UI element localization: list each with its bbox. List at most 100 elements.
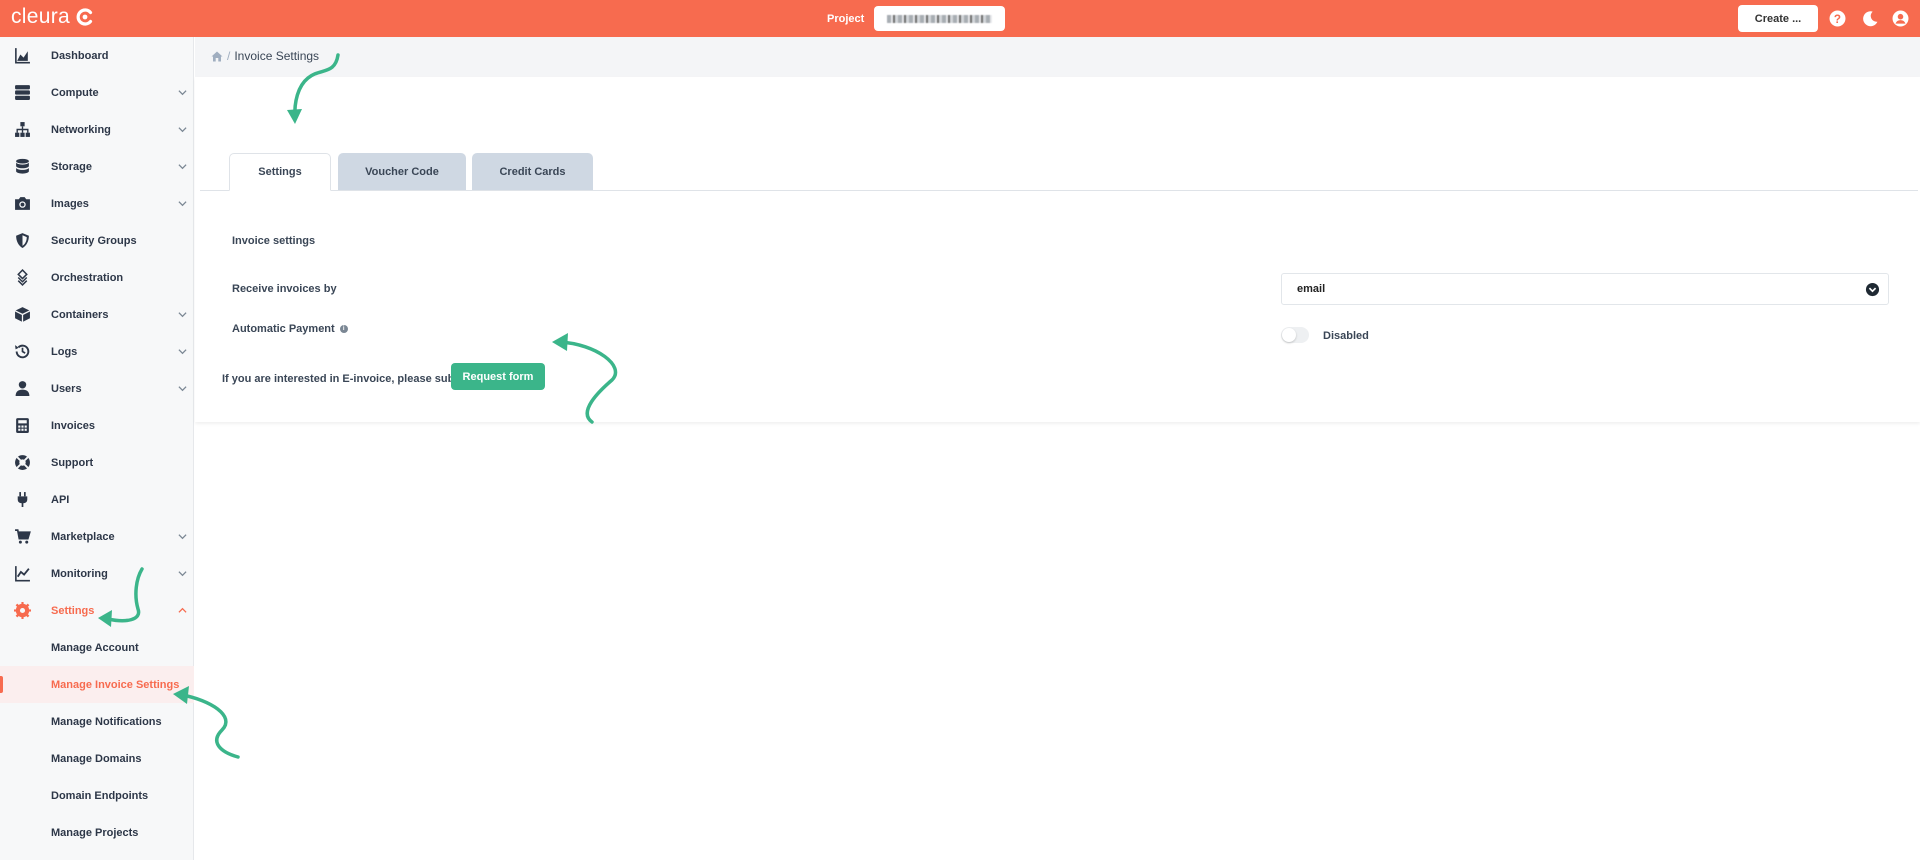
breadcrumb-bar bbox=[195, 37, 1920, 77]
sidebar-subitem-manage-notifications[interactable]: Manage Notifications bbox=[0, 703, 194, 740]
sidebar-item-images[interactable]: Images bbox=[0, 185, 194, 222]
sidebar-subitem-manage-domains[interactable]: Manage Domains bbox=[0, 740, 194, 777]
tab-settings[interactable]: Settings bbox=[229, 153, 331, 191]
sidebar-item-label: Invoices bbox=[51, 419, 96, 432]
tab-voucher-code[interactable]: Voucher Code bbox=[338, 153, 466, 191]
sidebar-item-label: Dashboard bbox=[51, 49, 109, 62]
cart-icon bbox=[15, 529, 31, 544]
automatic-payment-label: Automatic Payment bbox=[232, 323, 335, 335]
sidebar-item-logs[interactable]: Logs bbox=[0, 333, 194, 370]
project-dropdown[interactable] bbox=[874, 6, 1006, 31]
cube-icon bbox=[14, 307, 31, 322]
sidebar-item-label: Settings bbox=[51, 604, 95, 617]
sidebar-item-label: Compute bbox=[51, 86, 99, 99]
sidebar-item-label: Containers bbox=[51, 308, 109, 321]
sidebar-subitem-manage-projects[interactable]: Manage Projects bbox=[0, 814, 194, 851]
sidebar-subitem-label: Manage Account bbox=[51, 641, 139, 654]
chevron-down-icon bbox=[178, 127, 187, 133]
receive-invoices-label: Receive invoices by bbox=[232, 283, 337, 295]
sidebar-item-api[interactable]: API bbox=[0, 481, 194, 518]
moon-icon[interactable] bbox=[1862, 10, 1879, 27]
shield-icon bbox=[16, 233, 29, 248]
sidebar-item-invoices[interactable]: Invoices bbox=[0, 407, 194, 444]
sidebar-item-label: Orchestration bbox=[51, 271, 124, 284]
chevron-up-icon bbox=[178, 607, 187, 613]
sidebar-item-label: API bbox=[51, 493, 70, 506]
automatic-payment-toggle[interactable] bbox=[1281, 327, 1309, 343]
chevron-circle-down-icon bbox=[1865, 282, 1880, 297]
info-icon[interactable]: i bbox=[339, 325, 348, 333]
receive-invoices-value: email bbox=[1297, 283, 1326, 295]
database-icon bbox=[16, 158, 29, 174]
automatic-payment-status: Disabled bbox=[1323, 330, 1369, 342]
user-icon[interactable] bbox=[1892, 10, 1909, 27]
request-form-button[interactable]: Request form bbox=[451, 363, 545, 390]
main-content: / Invoice Settings Settings Voucher Code… bbox=[195, 37, 1920, 860]
sidebar-item-dashboard[interactable]: Dashboard bbox=[0, 37, 194, 74]
breadcrumb: / Invoice Settings bbox=[211, 49, 319, 63]
sidebar-item-storage[interactable]: Storage bbox=[0, 148, 194, 185]
chart-line-icon bbox=[15, 566, 30, 582]
page-title: Invoice Settings bbox=[234, 49, 320, 63]
logo-text: cleura bbox=[11, 5, 70, 28]
sidebar-item-networking[interactable]: Networking bbox=[0, 111, 194, 148]
sidebar-item-label: Monitoring bbox=[51, 567, 108, 580]
home-icon[interactable] bbox=[211, 51, 223, 62]
sidebar: Dashboard Compute Networking Storage Ima… bbox=[0, 37, 194, 860]
camera-icon bbox=[15, 197, 30, 210]
calculator-icon bbox=[16, 418, 29, 433]
breadcrumb-separator: / bbox=[227, 49, 231, 63]
sidebar-subitem-label: Manage Projects bbox=[51, 826, 139, 839]
tab-credit-cards[interactable]: Credit Cards bbox=[472, 153, 593, 191]
sidebar-item-label: Logs bbox=[51, 345, 78, 358]
gear-icon bbox=[14, 602, 31, 619]
sidebar-subitem-domain-endpoints[interactable]: Domain Endpoints bbox=[0, 777, 194, 814]
chevron-down-icon bbox=[178, 386, 187, 392]
receive-invoices-select[interactable]: email bbox=[1281, 273, 1889, 305]
sidebar-item-compute[interactable]: Compute bbox=[0, 74, 194, 111]
logo[interactable]: cleura bbox=[11, 5, 95, 29]
server-icon bbox=[15, 85, 30, 100]
sidebar-subitem-manage-account[interactable]: Manage Account bbox=[0, 629, 194, 666]
tabs-divider bbox=[200, 190, 1918, 191]
logo-mark-icon bbox=[76, 8, 93, 26]
sidebar-item-label: Support bbox=[51, 456, 94, 469]
sidebar-item-label: Images bbox=[51, 197, 89, 210]
sidebar-item-orchestration[interactable]: Orchestration bbox=[0, 259, 194, 296]
sidebar-item-monitoring[interactable]: Monitoring bbox=[0, 555, 194, 592]
chevron-down-icon bbox=[178, 534, 187, 540]
einvoice-text: If you are interested in E-invoice, plea… bbox=[222, 373, 471, 385]
chevron-down-icon bbox=[178, 90, 187, 96]
network-icon bbox=[15, 122, 30, 137]
create-button[interactable]: Create ... bbox=[1738, 5, 1818, 32]
chevron-down-icon bbox=[178, 164, 187, 170]
user-icon bbox=[15, 381, 30, 396]
lifebuoy-icon bbox=[15, 455, 30, 470]
chevron-down-icon bbox=[178, 312, 187, 318]
project-name-redacted bbox=[887, 14, 993, 23]
sidebar-subitem-label: Domain Endpoints bbox=[51, 789, 149, 802]
sidebar-item-support[interactable]: Support bbox=[0, 444, 194, 481]
chevron-down-icon bbox=[178, 571, 187, 577]
chevron-down-icon bbox=[178, 201, 187, 207]
sidebar-item-settings[interactable]: Settings bbox=[0, 592, 194, 629]
layers-icon bbox=[17, 269, 28, 286]
sidebar-item-label: Users bbox=[51, 382, 82, 395]
sidebar-item-label: Marketplace bbox=[51, 530, 115, 543]
sidebar-item-label: Storage bbox=[51, 160, 92, 173]
sidebar-item-containers[interactable]: Containers bbox=[0, 296, 194, 333]
automatic-payment-row: Automatic Payment i bbox=[232, 323, 348, 335]
sidebar-item-security-groups[interactable]: Security Groups bbox=[0, 222, 194, 259]
plug-icon bbox=[17, 492, 28, 507]
sidebar-subitem-label: Manage Invoice Settings bbox=[51, 678, 180, 691]
chevron-down-icon bbox=[178, 349, 187, 355]
project-label: Project bbox=[827, 12, 865, 25]
sidebar-subitem-label: Manage Notifications bbox=[51, 715, 162, 728]
chart-area-icon bbox=[15, 48, 30, 64]
svg-text:?: ? bbox=[1834, 13, 1841, 26]
sidebar-subitem-manage-invoice-settings[interactable]: Manage Invoice Settings bbox=[0, 666, 194, 703]
sidebar-item-users[interactable]: Users bbox=[0, 370, 194, 407]
project-selector: Project bbox=[827, 6, 1006, 31]
sidebar-item-marketplace[interactable]: Marketplace bbox=[0, 518, 194, 555]
help-icon[interactable]: ? bbox=[1829, 10, 1846, 27]
